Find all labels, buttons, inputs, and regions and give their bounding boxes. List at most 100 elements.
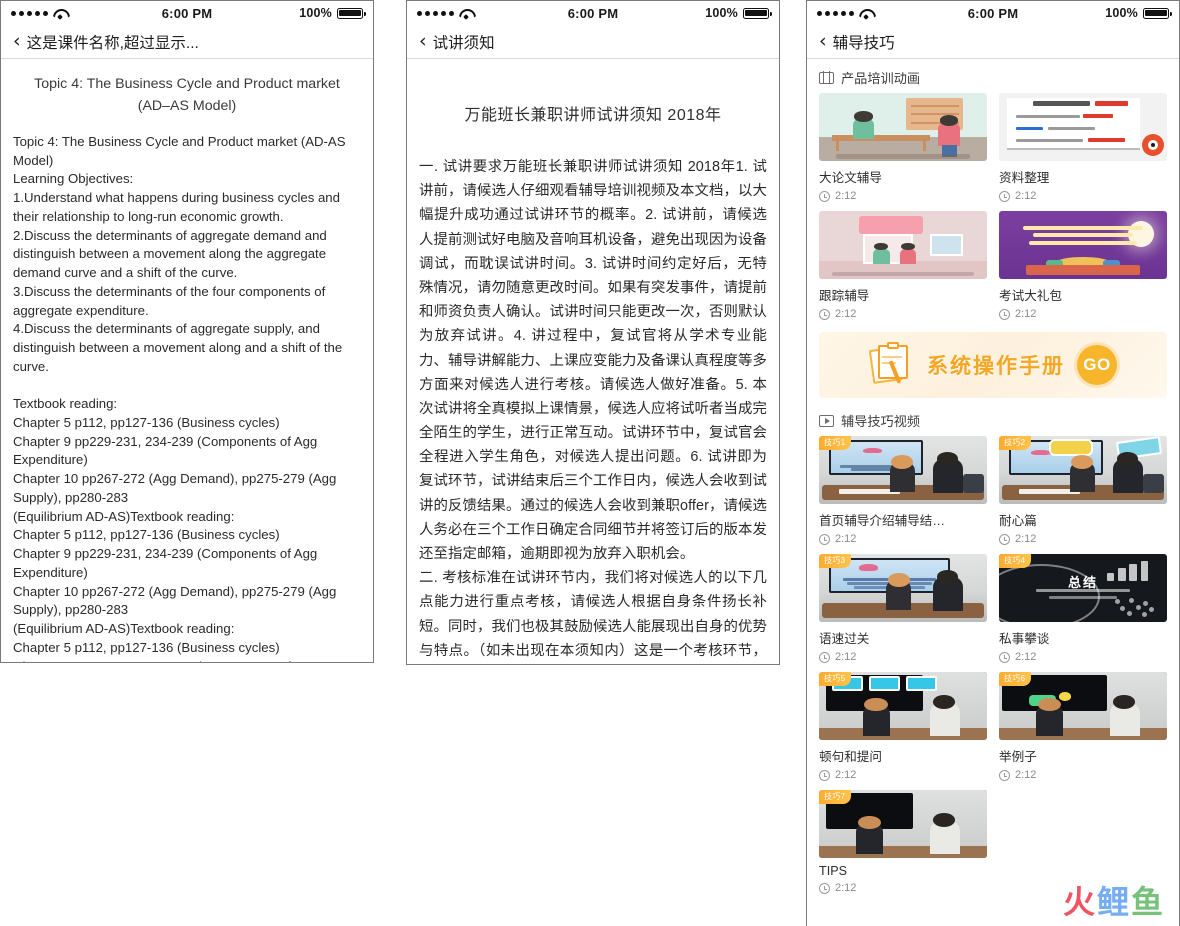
section-title: 辅导技巧视频 (841, 414, 921, 429)
tips-list-body[interactable]: 产品培训动画 大论文辅导 2:12 资料整理 2:12 跟踪辅导 2:12 考试… (807, 59, 1179, 926)
system-manual-banner[interactable]: 系统操作手册 GO (819, 332, 1167, 398)
shop-illustration-thumbnail[interactable] (819, 211, 987, 279)
training-animation-grid: 大论文辅导 2:12 资料整理 2:12 跟踪辅导 2:12 考试大礼包 2:1… (807, 93, 1179, 320)
battery-percent: 100% (299, 6, 332, 20)
card-duration: 2:12 (835, 769, 857, 781)
document-illustration-thumbnail[interactable] (999, 93, 1167, 161)
list-item[interactable]: 技巧6 举例子 2:12 (999, 672, 1167, 781)
card-duration: 2:12 (1015, 651, 1037, 663)
phone-panel-courseware: 6:00 PM 100% ‹ 这是课件名称,超过显示... Topic 4: T… (0, 0, 374, 663)
list-item[interactable]: 资料整理 2:12 (999, 93, 1167, 202)
list-item[interactable]: 技巧5 顿句和提问 2:12 (819, 672, 987, 781)
clock-icon (999, 769, 1010, 781)
film-icon (819, 71, 834, 84)
battery-percent: 100% (1105, 6, 1138, 20)
status-bar: 6:00 PM 100% (1, 1, 373, 25)
courseware-doc-text: Topic 4: The Business Cycle and Product … (13, 134, 346, 662)
badge: 技巧1 (819, 436, 852, 450)
banner-go-button[interactable]: GO (1077, 345, 1117, 385)
status-battery-group: 100% (705, 6, 773, 20)
card-title: 举例子 (999, 750, 1037, 764)
card-duration: 2:12 (1015, 533, 1037, 545)
card-meta: 2:12 (999, 651, 1167, 663)
card-meta: 2:12 (999, 308, 1167, 320)
list-item[interactable]: 总结 技巧4 私事攀谈 2:12 (999, 554, 1167, 663)
list-item[interactable]: 跟踪辅导 2:12 (819, 211, 987, 320)
battery-icon (743, 7, 773, 19)
screenshot-stage: 6:00 PM 100% ‹ 这是课件名称,超过显示... Topic 4: T… (0, 0, 1180, 926)
card-title: 考试大礼包 (999, 289, 1062, 303)
meeting-room-thumbnail[interactable]: 技巧3 (819, 554, 987, 622)
watermark-char-1: 火 (1062, 884, 1097, 920)
tips-video-grid: 技巧1 首页辅导介绍辅导结… 2:12 技巧2 耐心篇 2:12 技巧3 语速过… (807, 436, 1179, 894)
meeting-room-thumbnail[interactable]: 技巧2 (999, 436, 1167, 504)
card-title: 首页辅导介绍辅导结… (819, 514, 945, 528)
nav-title-tips: 辅导技巧 (832, 34, 895, 52)
clock-icon (819, 308, 830, 320)
list-item[interactable]: 技巧3 语速过关 2:12 (819, 554, 987, 663)
nav-bar-tips: ‹ 辅导技巧 (807, 25, 1179, 59)
card-title: 顿句和提问 (819, 750, 882, 764)
back-icon[interactable]: ‹ (819, 32, 827, 51)
banner-text: 系统操作手册 (927, 355, 1065, 378)
card-meta: 2:12 (819, 533, 987, 545)
clock-icon (819, 651, 830, 663)
watermark: 火 鲤 鱼 (1063, 886, 1165, 918)
video-icon (819, 414, 834, 427)
list-item[interactable]: 考试大礼包 2:12 (999, 211, 1167, 320)
card-title: 资料整理 (999, 171, 1050, 185)
battery-icon (337, 7, 367, 19)
list-item[interactable]: 大论文辅导 2:12 (819, 93, 987, 202)
status-battery-group: 100% (1105, 6, 1173, 20)
section-header-tips-video: 辅导技巧视频 (807, 402, 1179, 436)
card-meta: 2:12 (819, 769, 987, 781)
nav-title-courseware: 这是课件名称,超过显示... (26, 34, 199, 52)
nav-title-notice: 试讲须知 (432, 34, 495, 52)
list-item[interactable]: 技巧7 TIPS 2:12 (819, 790, 987, 894)
back-icon[interactable]: ‹ (13, 32, 21, 51)
card-duration: 2:12 (1015, 769, 1037, 781)
classroom-illustration-thumbnail[interactable] (819, 93, 987, 161)
notice-document-body[interactable]: 万能班长兼职讲师试讲须知 2018年 一. 试讲要求万能班长兼职讲师试讲须知 2… (407, 59, 779, 664)
card-duration: 2:12 (1015, 308, 1037, 320)
meeting-room-thumbnail[interactable]: 技巧6 (999, 672, 1167, 740)
card-title: 耐心篇 (999, 514, 1037, 528)
clock-icon (999, 308, 1010, 320)
card-meta: 2:12 (999, 769, 1167, 781)
manual-doc-icon (868, 342, 915, 386)
badge: 技巧7 (819, 790, 852, 804)
card-meta: 2:12 (819, 651, 987, 663)
card-title: 私事攀谈 (999, 632, 1050, 646)
meeting-room-thumbnail[interactable]: 技巧5 (819, 672, 987, 740)
card-title: TIPS (819, 864, 847, 878)
card-duration: 2:12 (835, 190, 857, 202)
section-header-training-animation: 产品培训动画 (807, 59, 1179, 93)
clock-icon (819, 769, 830, 781)
card-title: 大论文辅导 (819, 171, 882, 185)
meeting-room-thumbnail[interactable]: 技巧1 (819, 436, 987, 504)
dark-summary-thumbnail[interactable]: 总结 技巧4 (999, 554, 1167, 622)
banner-wrapper: 系统操作手册 GO (807, 320, 1179, 402)
status-battery-group: 100% (299, 6, 367, 20)
slide-heading: 总结 (1067, 574, 1099, 590)
notice-doc-title: 万能班长兼职讲师试讲须知 2018年 (464, 107, 722, 124)
badge: 技巧4 (999, 554, 1032, 568)
list-item[interactable]: 技巧1 首页辅导介绍辅导结… 2:12 (819, 436, 987, 545)
purple-illustration-thumbnail[interactable] (999, 211, 1167, 279)
clock-icon (819, 533, 830, 545)
phone-panel-notice: 6:00 PM 100% ‹ 试讲须知 万能班长兼职讲师试讲须知 2018年 一… (406, 0, 780, 665)
section-title: 产品培训动画 (841, 71, 921, 86)
phone-panel-tips: 6:00 PM 100% ‹ 辅导技巧 产品培训动画 大论文辅导 2:12 资料… (806, 0, 1180, 926)
card-duration: 2:12 (835, 308, 857, 320)
courseware-document-body[interactable]: Topic 4: The Business Cycle and Product … (1, 59, 373, 662)
nav-bar-notice: ‹ 试讲须知 (407, 25, 779, 59)
card-meta: 2:12 (999, 190, 1167, 202)
clock-icon (819, 882, 830, 894)
badge: 技巧3 (819, 554, 852, 568)
status-bar: 6:00 PM 100% (807, 1, 1179, 25)
card-duration: 2:12 (835, 882, 857, 894)
meeting-room-thumbnail[interactable]: 技巧7 (819, 790, 987, 858)
back-icon[interactable]: ‹ (419, 32, 427, 51)
list-item[interactable]: 技巧2 耐心篇 2:12 (999, 436, 1167, 545)
status-bar: 6:00 PM 100% (407, 1, 779, 25)
